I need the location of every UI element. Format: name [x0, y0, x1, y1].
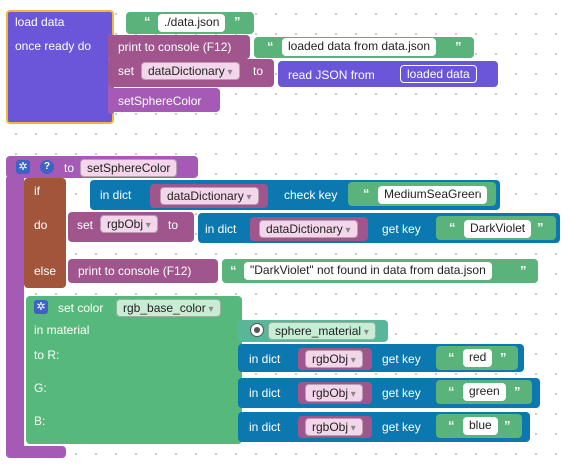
rgb-var-dropdown[interactable]: rgbObj [305, 384, 363, 402]
get-key-label: get key [382, 386, 421, 400]
open-quote-icon: “ [448, 350, 455, 365]
print-text-field[interactable]: loaded data from data.json [282, 38, 437, 56]
set-color-label: set color [58, 301, 104, 315]
rgb-var-dropdown[interactable]: rgbObj [305, 418, 363, 436]
close-quote-icon: ” [504, 418, 511, 433]
close-quote-icon: ” [514, 384, 521, 399]
to-label: to [168, 218, 179, 232]
print-text-field[interactable]: "DarkViolet" not found in data from data… [244, 262, 492, 280]
to-label: to [64, 161, 75, 175]
check-key-label: check key [284, 188, 338, 202]
in-material-label: in material [34, 323, 90, 337]
path-field[interactable]: ./data.json [158, 14, 226, 32]
get-key-label: get key [382, 420, 421, 434]
gear-icon[interactable]: ✲ [16, 160, 30, 174]
b-label: B: [34, 414, 46, 428]
sphere-icon [250, 323, 264, 337]
print-label: print to console (F12) [78, 264, 192, 278]
to-label: to [253, 64, 264, 78]
gear-icon[interactable]: ✲ [34, 300, 48, 314]
do-label: do [34, 218, 48, 232]
set-label: set [118, 64, 135, 78]
g-label: G: [34, 381, 47, 395]
rgb-var-dropdown[interactable]: rgbObj [305, 350, 363, 368]
if-label: if [34, 184, 40, 198]
green-field[interactable]: green [463, 383, 506, 401]
call-label: setSphereColor [118, 94, 202, 108]
blue-field[interactable]: blue [463, 417, 498, 435]
once-ready-label: once ready do [15, 39, 92, 53]
get-key-label: get key [382, 352, 421, 366]
get-key-label: get key [382, 222, 421, 236]
open-quote-icon: “ [267, 39, 274, 54]
read-var-field[interactable]: loaded data [400, 65, 477, 83]
in-dict-label: in dict [205, 222, 237, 236]
read-json-label: read JSON from [288, 68, 375, 82]
in-dict-label: in dict [249, 420, 281, 434]
color-dropdown[interactable]: rgb_base_color [116, 299, 221, 317]
procedure-body [6, 175, 24, 457]
red-field[interactable]: red [463, 349, 493, 367]
set-label: set [77, 218, 94, 232]
close-quote-icon: ” [537, 220, 544, 235]
open-quote-icon: “ [449, 220, 456, 235]
close-quote-icon: ” [455, 39, 462, 54]
open-quote-icon: “ [448, 418, 455, 433]
in-dict-label: in dict [249, 386, 281, 400]
open-quote-icon: “ [230, 263, 237, 278]
procedure-bottom [6, 446, 66, 458]
rgb-var-dropdown[interactable]: rgbObj [100, 215, 158, 233]
open-quote-icon: “ [363, 186, 370, 201]
proc-name-field[interactable]: setSphereColor [80, 159, 178, 177]
close-quote-icon: ” [520, 263, 527, 278]
load-data-label: load data [15, 15, 65, 29]
get-key-field[interactable]: DarkViolet [464, 220, 532, 238]
in-dict-label: in dict [100, 188, 132, 202]
close-quote-icon: ” [478, 186, 485, 201]
set-color-block[interactable] [26, 296, 242, 444]
open-quote-icon: “ [448, 384, 455, 399]
material-dropdown[interactable]: sphere_material [268, 322, 376, 340]
to-r-label: to R: [34, 348, 60, 362]
else-label: else [34, 264, 57, 278]
dict-var-dropdown[interactable]: dataDictionary [160, 187, 259, 205]
print-label: print to console (F12) [118, 40, 232, 54]
help-icon[interactable]: ? [40, 160, 54, 174]
close-quote-icon: ” [234, 14, 241, 29]
check-key-field[interactable]: MediumSeaGreen [378, 186, 488, 204]
close-quote-icon: ” [500, 350, 507, 365]
open-quote-icon: “ [144, 14, 151, 29]
set-var-dropdown[interactable]: dataDictionary [141, 62, 240, 80]
dict-var-dropdown[interactable]: dataDictionary [259, 220, 358, 238]
in-dict-label: in dict [249, 352, 281, 366]
